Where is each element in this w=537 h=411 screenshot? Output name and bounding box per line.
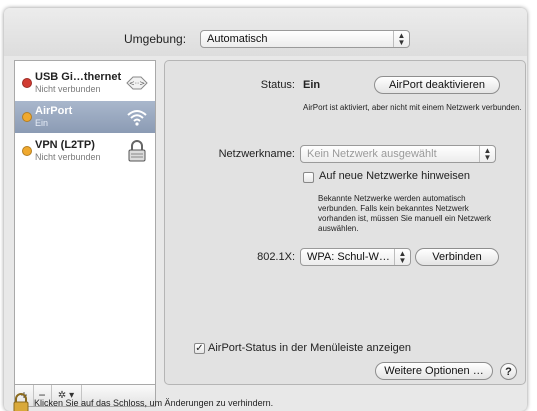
- network-name-popup[interactable]: Kein Netzwerk ausgewählt ▲ ▼: [300, 145, 496, 163]
- toggle-airport-button[interactable]: AirPort deaktivieren: [374, 76, 500, 94]
- network-name-placeholder: Kein Netzwerk ausgewählt: [307, 148, 437, 160]
- popup-arrows-icon: ▲ ▼: [393, 31, 409, 47]
- service-item-usb-ethernet[interactable]: USB Gi…thernet Nicht verbunden <··>: [15, 67, 155, 99]
- service-status: Nicht verbunden: [35, 84, 101, 94]
- network-preferences-window: Umgebung: Automatisch ▲ ▼ USB Gi…thernet …: [4, 8, 527, 411]
- show-status-menubar-checkbox[interactable]: ✓: [194, 343, 205, 354]
- lock-hint-text: Klicken Sie auf das Schloss, um Änderung…: [34, 398, 274, 408]
- ethernet-icon: <··>: [126, 76, 148, 90]
- service-name: AirPort: [35, 105, 73, 117]
- environment-value: Automatisch: [207, 33, 268, 45]
- show-status-menubar-label: AirPort-Status in der Menüleiste anzeige…: [208, 342, 411, 354]
- lock-row: Klicken Sie auf das Schloss, um Änderung…: [4, 393, 527, 411]
- status-note: AirPort ist aktiviert, aber nicht mit ei…: [303, 103, 522, 112]
- environment-popup[interactable]: Automatisch ▲ ▼: [200, 30, 410, 48]
- help-button[interactable]: ?: [500, 363, 517, 380]
- wifi-icon: [127, 110, 147, 126]
- ask-join-label: Auf neue Netzwerke hinweisen: [319, 170, 471, 182]
- service-item-vpn[interactable]: VPN (L2TP) Nicht verbunden: [15, 135, 155, 167]
- auth-label: 802.1X:: [257, 251, 295, 263]
- ask-join-note: Bekannte Netzwerke werden automatisch ve…: [318, 194, 491, 233]
- network-name-label: Netzwerkname:: [218, 148, 295, 160]
- service-status: Ein: [35, 118, 49, 128]
- status-value: Ein: [303, 79, 321, 91]
- service-item-airport[interactable]: AirPort Ein: [15, 101, 155, 133]
- advanced-options-button[interactable]: Weitere Optionen …: [375, 362, 493, 380]
- vpn-lock-icon: [128, 140, 146, 162]
- service-name: VPN (L2TP): [35, 139, 95, 151]
- environment-bar: Umgebung: Automatisch ▲ ▼: [4, 8, 527, 56]
- environment-label: Umgebung:: [124, 32, 187, 46]
- lock-icon[interactable]: [12, 393, 30, 411]
- status-dot-yellow: [22, 146, 32, 156]
- svg-text:<··>: <··>: [129, 80, 145, 88]
- ask-join-checkbox[interactable]: [303, 172, 314, 183]
- status-dot-red: [22, 78, 32, 88]
- status-dot-yellow: [22, 112, 32, 122]
- connect-button[interactable]: Verbinden: [415, 248, 499, 266]
- popup-arrows-icon: ▲ ▼: [479, 146, 495, 162]
- auth-value: WPA: Schul-W…: [307, 251, 390, 263]
- auth-popup[interactable]: WPA: Schul-W… ▲ ▼: [300, 248, 411, 266]
- service-status: Nicht verbunden: [35, 152, 101, 162]
- popup-arrows-icon: ▲ ▼: [394, 249, 410, 265]
- service-name: USB Gi…thernet: [35, 71, 122, 83]
- status-label: Status:: [260, 79, 295, 91]
- airport-detail-panel: Status: Ein AirPort deaktivieren AirPort…: [164, 60, 526, 385]
- service-list: USB Gi…thernet Nicht verbunden <··> AirP…: [14, 60, 156, 385]
